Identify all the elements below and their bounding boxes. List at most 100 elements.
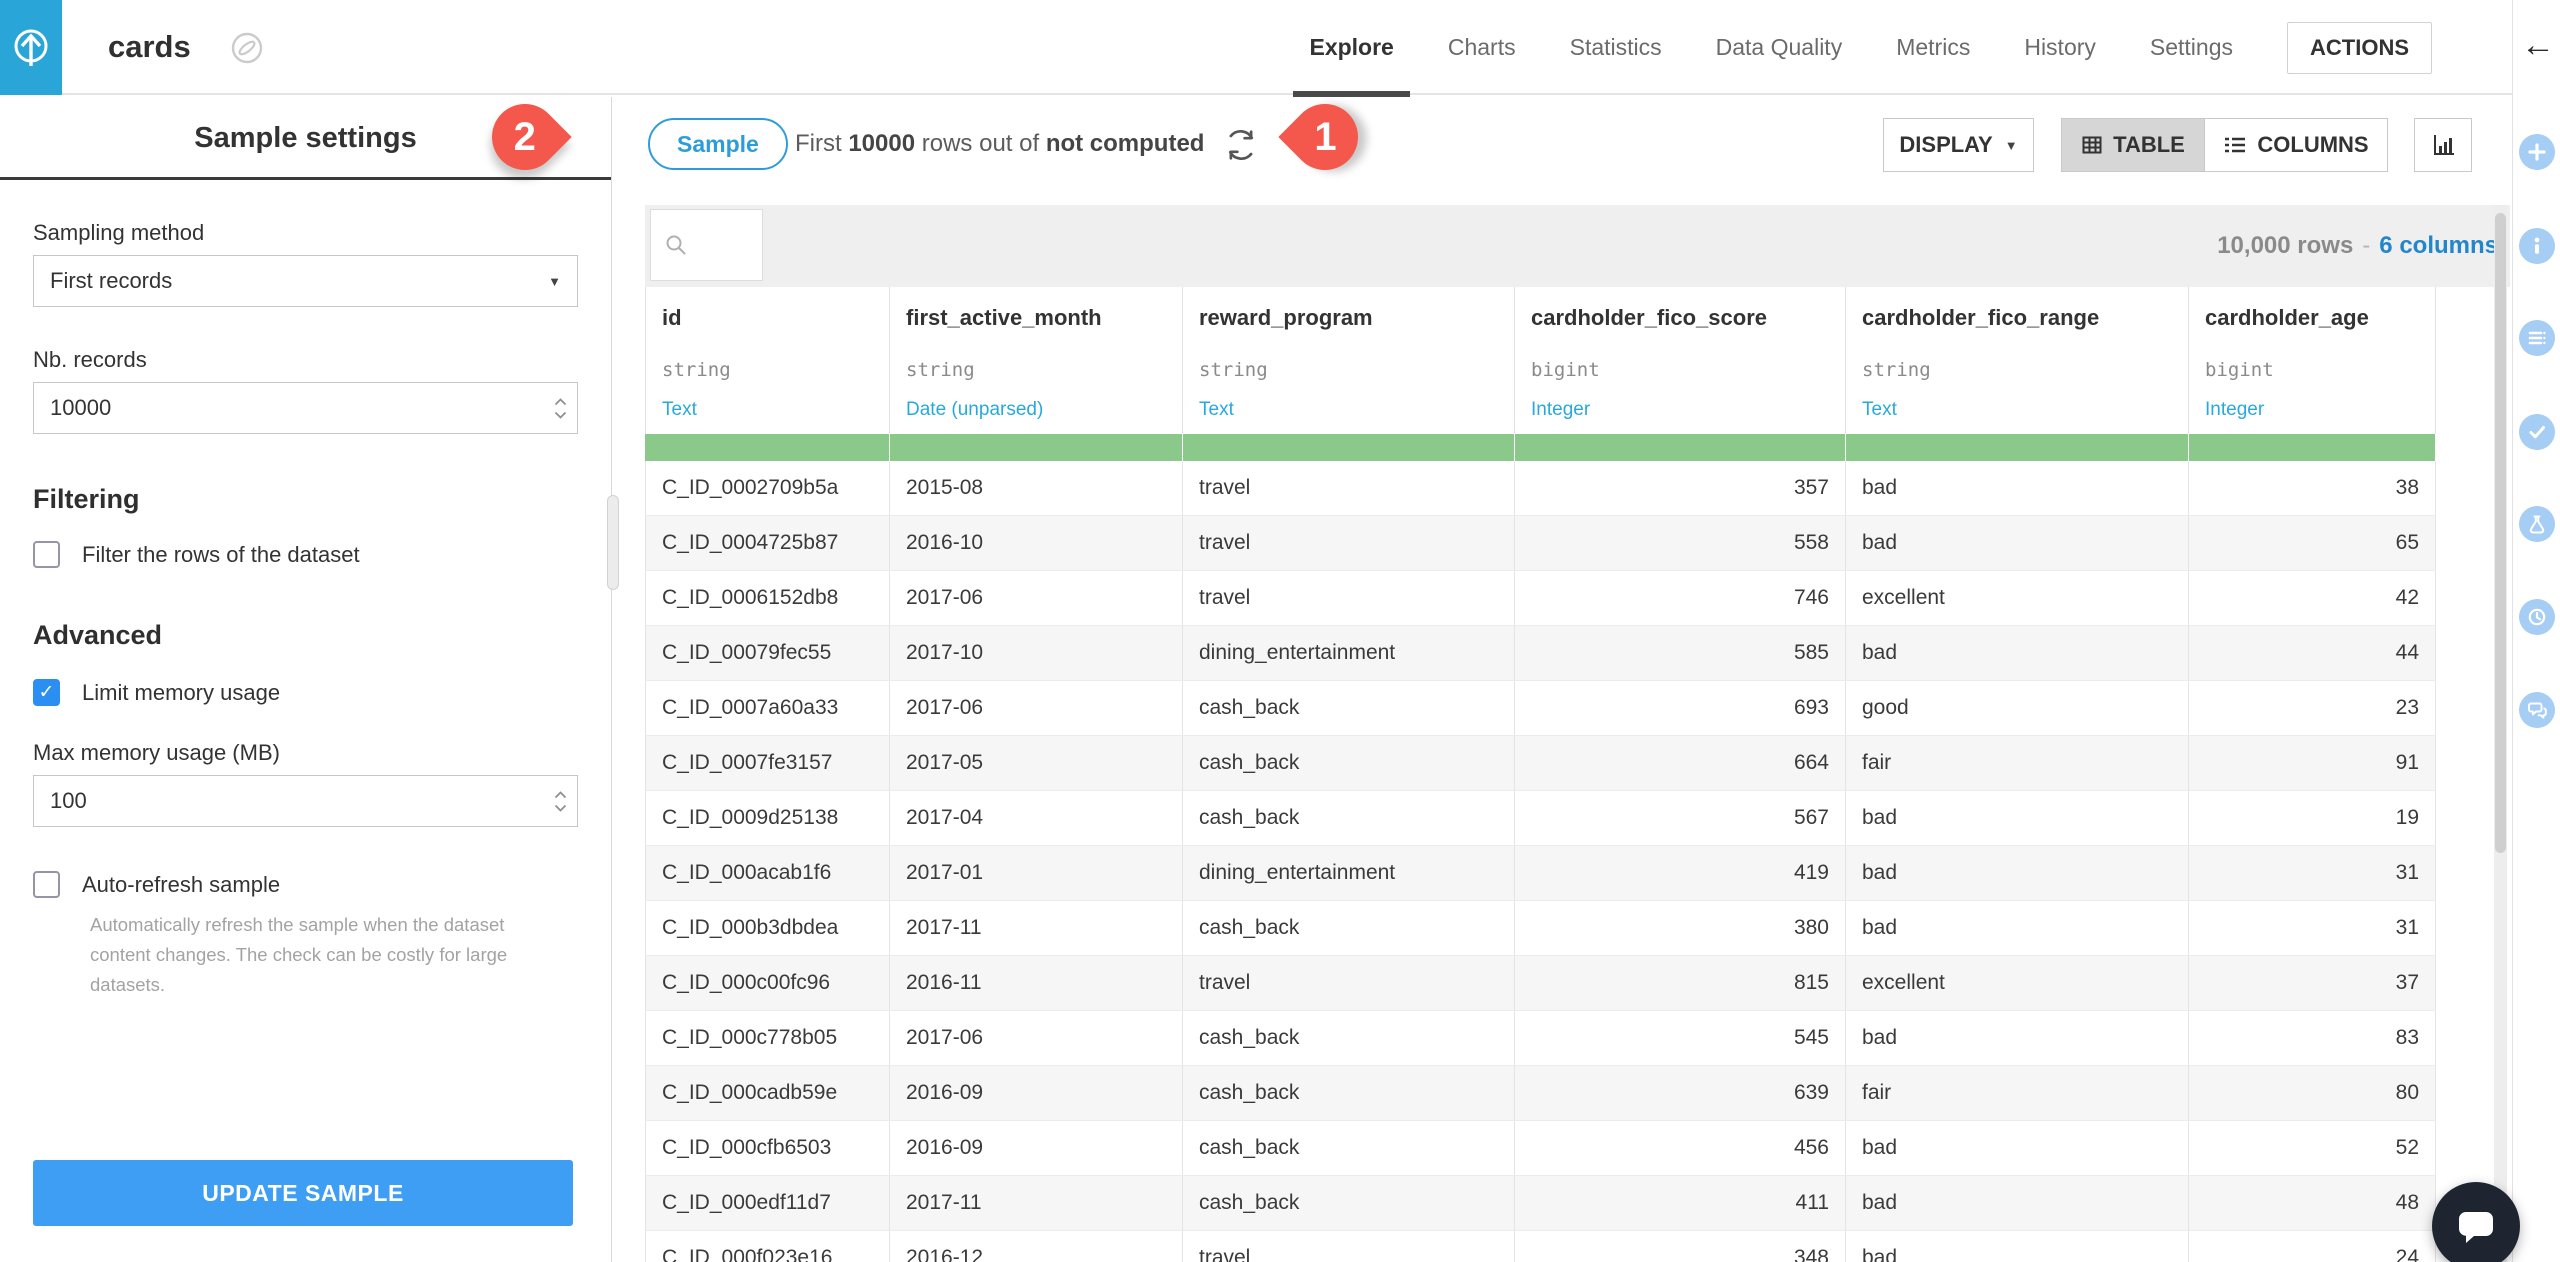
table-cell[interactable]: 357: [1515, 461, 1846, 515]
column-header[interactable]: first_active_month string Date (unparsed): [890, 287, 1183, 434]
table-cell[interactable]: 419: [1515, 846, 1846, 900]
table-cell[interactable]: 2016-09: [890, 1066, 1183, 1120]
update-sample-button[interactable]: UPDATE SAMPLE: [33, 1160, 573, 1226]
table-cell[interactable]: travel: [1183, 571, 1515, 625]
table-cell[interactable]: 91: [2189, 736, 2436, 790]
table-cell[interactable]: bad: [1846, 846, 2189, 900]
table-cell[interactable]: 31: [2189, 901, 2436, 955]
table-cell[interactable]: C_ID_0007fe3157: [645, 736, 890, 790]
table-cell[interactable]: C_ID_0009d25138: [645, 791, 890, 845]
table-cell[interactable]: C_ID_00079fec55: [645, 626, 890, 680]
chat-widget-button[interactable]: [2432, 1182, 2520, 1262]
table-cell[interactable]: travel: [1183, 461, 1515, 515]
auto-refresh-checkbox[interactable]: [33, 871, 60, 898]
table-cell[interactable]: C_ID_000cadb59e: [645, 1066, 890, 1120]
table-cell[interactable]: C_ID_000c00fc96: [645, 956, 890, 1010]
sampling-method-select[interactable]: First records ▼: [33, 255, 578, 307]
table-cell[interactable]: C_ID_000acab1f6: [645, 846, 890, 900]
display-menu-button[interactable]: DISPLAY ▼: [1883, 118, 2034, 172]
number-stepper[interactable]: [554, 397, 567, 419]
column-header[interactable]: reward_program string Text: [1183, 287, 1515, 434]
table-cell[interactable]: 2017-05: [890, 736, 1183, 790]
table-cell[interactable]: excellent: [1846, 571, 2189, 625]
table-cell[interactable]: 38: [2189, 461, 2436, 515]
checks-icon[interactable]: [2519, 414, 2555, 450]
discussions-chat-icon[interactable]: [2519, 692, 2555, 728]
table-cell[interactable]: 24: [2189, 1231, 2436, 1262]
table-cell[interactable]: 44: [2189, 626, 2436, 680]
lab-flask-icon[interactable]: [2519, 506, 2555, 542]
column-meaning-link[interactable]: Text: [1862, 399, 1897, 421]
table-cell[interactable]: 2015-08: [890, 461, 1183, 515]
table-cell[interactable]: cash_back: [1183, 791, 1515, 845]
limit-memory-checkbox[interactable]: ✓: [33, 679, 60, 706]
table-cell[interactable]: 2017-06: [890, 571, 1183, 625]
table-cell[interactable]: 664: [1515, 736, 1846, 790]
filter-rows-checkbox-row[interactable]: Filter the rows of the dataset: [33, 541, 578, 568]
table-cell[interactable]: 746: [1515, 571, 1846, 625]
column-header[interactable]: cardholder_age bigint Integer: [2189, 287, 2436, 434]
column-meaning-link[interactable]: Date (unparsed): [906, 399, 1043, 421]
table-cell[interactable]: cash_back: [1183, 681, 1515, 735]
table-cell[interactable]: bad: [1846, 626, 2189, 680]
table-cell[interactable]: travel: [1183, 956, 1515, 1010]
column-header[interactable]: cardholder_fico_score bigint Integer: [1515, 287, 1846, 434]
limit-memory-checkbox-row[interactable]: ✓ Limit memory usage: [33, 679, 578, 706]
table-cell[interactable]: 2017-01: [890, 846, 1183, 900]
search-input[interactable]: [650, 209, 763, 281]
table-cell[interactable]: C_ID_000b3dbdea: [645, 901, 890, 955]
tab-statistics[interactable]: Statistics: [1570, 0, 1662, 95]
table-cell[interactable]: 411: [1515, 1176, 1846, 1230]
table-cell[interactable]: cash_back: [1183, 736, 1515, 790]
table-cell[interactable]: dining_entertainment: [1183, 626, 1515, 680]
table-cell[interactable]: 2017-04: [890, 791, 1183, 845]
table-cell[interactable]: bad: [1846, 1231, 2189, 1262]
columns-view-button[interactable]: COLUMNS: [2204, 118, 2388, 172]
sample-button[interactable]: Sample: [648, 118, 788, 170]
table-cell[interactable]: 348: [1515, 1231, 1846, 1262]
table-cell[interactable]: 815: [1515, 956, 1846, 1010]
table-cell[interactable]: 48: [2189, 1176, 2436, 1230]
table-cell[interactable]: 2017-06: [890, 681, 1183, 735]
table-cell[interactable]: 23: [2189, 681, 2436, 735]
flow-navigate-icon[interactable]: [228, 29, 266, 72]
number-stepper[interactable]: [554, 790, 567, 812]
table-cell[interactable]: 52: [2189, 1121, 2436, 1175]
actions-button[interactable]: ACTIONS: [2287, 21, 2432, 74]
table-cell[interactable]: bad: [1846, 1176, 2189, 1230]
table-cell[interactable]: 2017-06: [890, 1011, 1183, 1065]
table-cell[interactable]: 456: [1515, 1121, 1846, 1175]
table-view-button[interactable]: TABLE: [2061, 118, 2204, 172]
table-cell[interactable]: bad: [1846, 1121, 2189, 1175]
table-cell[interactable]: 2016-12: [890, 1231, 1183, 1262]
auto-refresh-checkbox-row[interactable]: Auto-refresh sample: [33, 871, 578, 898]
table-cell[interactable]: 567: [1515, 791, 1846, 845]
table-cell[interactable]: 37: [2189, 956, 2436, 1010]
table-cell[interactable]: cash_back: [1183, 1176, 1515, 1230]
table-cell[interactable]: C_ID_000f023e16: [645, 1231, 890, 1262]
tab-history[interactable]: History: [2024, 0, 2096, 95]
tab-explore[interactable]: Explore: [1293, 0, 1411, 97]
collapse-panel-arrow-icon[interactable]: ←: [2521, 26, 2555, 65]
table-cell[interactable]: dining_entertainment: [1183, 846, 1515, 900]
table-cell[interactable]: C_ID_000edf11d7: [645, 1176, 890, 1230]
column-meaning-link[interactable]: Text: [662, 399, 697, 421]
table-cell[interactable]: C_ID_0007a60a33: [645, 681, 890, 735]
column-meaning-link[interactable]: Integer: [1531, 399, 1590, 421]
table-cell[interactable]: 585: [1515, 626, 1846, 680]
refresh-sample-icon[interactable]: [1222, 126, 1260, 169]
table-cell[interactable]: cash_back: [1183, 1066, 1515, 1120]
table-cell[interactable]: 80: [2189, 1066, 2436, 1120]
column-meaning-link[interactable]: Integer: [2205, 399, 2264, 421]
table-cell[interactable]: 31: [2189, 846, 2436, 900]
details-info-icon[interactable]: [2519, 228, 2555, 264]
table-cell[interactable]: 83: [2189, 1011, 2436, 1065]
table-cell[interactable]: cash_back: [1183, 1011, 1515, 1065]
table-cell[interactable]: travel: [1183, 1231, 1515, 1262]
dataset-type-logo[interactable]: [0, 0, 62, 95]
table-cell[interactable]: 2017-11: [890, 1176, 1183, 1230]
table-cell[interactable]: fair: [1846, 736, 2189, 790]
filter-rows-checkbox[interactable]: [33, 541, 60, 568]
table-cell[interactable]: fair: [1846, 1066, 2189, 1120]
table-cell[interactable]: C_ID_000c778b05: [645, 1011, 890, 1065]
